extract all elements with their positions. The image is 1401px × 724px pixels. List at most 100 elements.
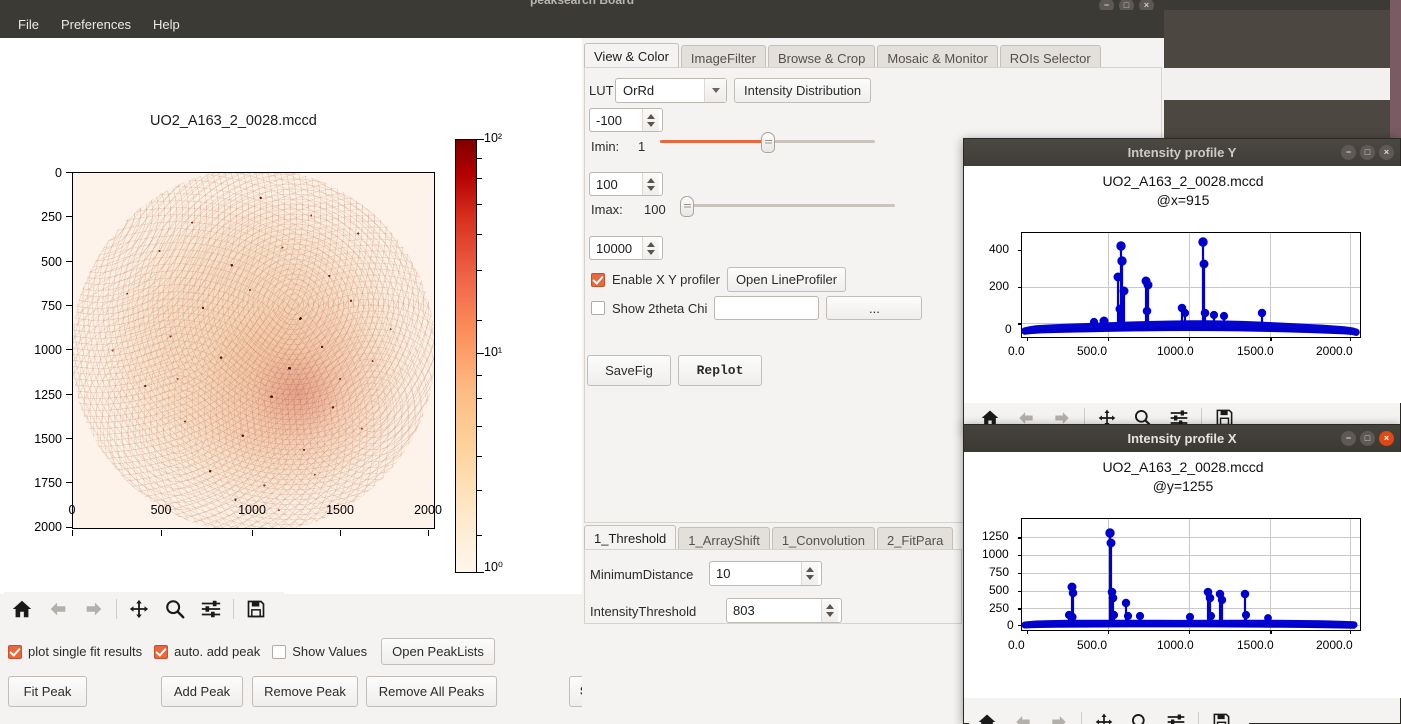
profile-x-navigation-toolbar — [969, 708, 1249, 724]
minimum-distance-spinbox[interactable] — [709, 561, 822, 586]
lut-value: OrRd — [623, 83, 655, 98]
forward-button[interactable] — [76, 592, 112, 626]
profile-x-plot-title-line2: @y=1255 — [1152, 478, 1214, 494]
imax-max-spinbox[interactable] — [589, 236, 663, 260]
enable-xy-profiler-checkbox[interactable] — [591, 272, 605, 287]
menu-preferences[interactable]: Preferences — [53, 14, 139, 35]
profile-y-close-button[interactable]: × — [1379, 145, 1394, 160]
configure-subplots-button[interactable] — [1158, 705, 1194, 724]
profile-x-ytick: 250 — [989, 601, 1010, 615]
image-ytick: 1000 — [34, 343, 62, 357]
fit-peak-button[interactable]: Fit Peak — [8, 676, 87, 707]
profile-x-ytick: 500 — [989, 583, 1010, 597]
fit-panel-tabstrip: 1_Threshold 1_ArrayShift 1_Convolution 2… — [584, 522, 955, 552]
slider-knob[interactable] — [680, 196, 694, 217]
back-button[interactable] — [1005, 705, 1041, 724]
tab-view-and-color[interactable]: View & Color — [584, 43, 679, 70]
savefig-button[interactable]: SaveFig — [587, 355, 671, 386]
arrow-right-icon — [1052, 715, 1066, 724]
profile-x-minimize-button[interactable]: − — [1341, 431, 1356, 446]
image-xtick: 500 — [150, 503, 172, 517]
menu-file[interactable]: File — [10, 14, 47, 35]
profile-x-window-controls: − □ × — [1341, 431, 1394, 446]
profile-y-plot-title-line1: UO2_A163_2_0028.mccd — [1102, 173, 1264, 189]
profile-x-maximize-button[interactable]: □ — [1360, 431, 1375, 446]
profile-x-ytick: 1000 — [982, 547, 1009, 561]
show-values-checkbox[interactable] — [272, 644, 287, 659]
remove-peak-button[interactable]: Remove Peak — [252, 676, 358, 707]
imax-min-input[interactable] — [590, 173, 642, 195]
imax-min-spinbox[interactable] — [589, 172, 663, 196]
image-ytick: 750 — [41, 299, 62, 313]
maximize-button[interactable]: □ — [1119, 0, 1134, 10]
spinner-arrows[interactable] — [642, 173, 659, 195]
show-2theta-chi-checkbox[interactable] — [591, 301, 605, 315]
close-button[interactable]: × — [1139, 0, 1154, 10]
spinner-arrows[interactable] — [801, 562, 818, 585]
chevron-down-icon[interactable] — [704, 79, 726, 102]
image-ytick: 1750 — [34, 476, 62, 490]
plot-single-fit-results-checkbox-row[interactable]: plot single fit results — [8, 644, 142, 659]
zoom-button[interactable] — [157, 592, 193, 626]
replot-button[interactable]: Replot — [678, 355, 762, 386]
show-2theta-chi-row: Show 2theta Chi ... — [591, 296, 923, 320]
profile-x-canvas[interactable]: UO2_A163_2_0028.mccd @y=1255 1250 1000 7… — [964, 452, 1401, 698]
profile-y-ytick: 400 — [989, 242, 1010, 256]
imax-max-input[interactable] — [590, 237, 642, 259]
enable-xy-profiler-row: Enable X Y profiler Open LineProfiler — [591, 267, 847, 292]
back-button[interactable] — [40, 592, 76, 626]
detector-image-canvas[interactable] — [72, 172, 435, 529]
main-window-titlebar[interactable]: peaksearch Board − □ × — [0, 0, 1164, 10]
spinner-arrows[interactable] — [821, 599, 838, 622]
open-peaklists-button[interactable]: Open PeakLists — [381, 638, 495, 665]
minimize-button[interactable]: − — [1099, 0, 1114, 10]
slider-knob[interactable] — [761, 132, 776, 153]
detector-image-plot[interactable]: UO2_A163_2_0028.mccd 0 250 500 750 1000 … — [0, 38, 582, 594]
imin-slider[interactable] — [660, 132, 875, 153]
spinner-arrows[interactable] — [642, 237, 659, 259]
save-button[interactable] — [1203, 705, 1239, 724]
zoom-button[interactable] — [1122, 705, 1158, 724]
tab-1-threshold[interactable]: 1_Threshold — [584, 525, 677, 552]
2theta-chi-input[interactable] — [714, 296, 820, 320]
minimum-distance-input[interactable] — [710, 562, 801, 585]
imax-slider[interactable] — [680, 196, 895, 217]
profile-y-maximize-button[interactable]: □ — [1360, 145, 1375, 160]
profile-x-titlebar[interactable]: Intensity profile X − □ × — [964, 425, 1400, 452]
intensity-threshold-label: IntensityThreshold — [590, 604, 697, 619]
home-button[interactable] — [4, 592, 40, 626]
open-lineprofiler-button[interactable]: Open LineProfiler — [726, 267, 847, 292]
auto-add-peak-checkbox-row[interactable]: auto. add peak — [154, 644, 260, 659]
menu-help[interactable]: Help — [145, 14, 188, 35]
profile-y-minimize-button[interactable]: − — [1341, 145, 1356, 160]
lut-combobox[interactable]: OrRd — [615, 78, 727, 103]
profile-x-close-button[interactable]: × — [1379, 431, 1394, 446]
profile-y-titlebar[interactable]: Intensity profile Y − □ × — [964, 139, 1400, 166]
plot-single-fit-results-label: plot single fit results — [28, 644, 143, 659]
spinner-arrows[interactable] — [642, 109, 659, 131]
add-peak-button[interactable]: Add Peak — [161, 676, 243, 707]
imin-min-spinbox[interactable] — [589, 108, 663, 132]
intensity-distribution-button[interactable]: Intensity Distribution — [734, 78, 872, 103]
floppy-save-icon — [247, 600, 265, 618]
magnifier-icon — [166, 600, 185, 619]
pan-button[interactable] — [121, 592, 157, 626]
profile-y-canvas[interactable]: UO2_A163_2_0028.mccd @x=915 400 200 0 0.… — [964, 166, 1401, 403]
browse-2theta-chi-button[interactable]: ... — [826, 296, 923, 320]
pan-button[interactable] — [1086, 705, 1122, 724]
configure-subplots-button[interactable] — [193, 592, 229, 626]
intensity-threshold-input[interactable] — [727, 599, 821, 622]
imin-min-input[interactable] — [590, 109, 642, 131]
remove-all-peaks-button[interactable]: Remove All Peaks — [366, 676, 497, 707]
profile-y-window-controls: − □ × — [1341, 145, 1394, 160]
auto-add-peak-checkbox[interactable] — [154, 644, 169, 659]
intensity-threshold-spinbox[interactable] — [726, 598, 842, 623]
save-button[interactable] — [238, 592, 274, 626]
plot-single-fit-results-checkbox[interactable] — [8, 644, 22, 659]
profile-y-xtick: 0.0 — [1008, 344, 1025, 358]
forward-button[interactable] — [1041, 705, 1077, 724]
show-values-checkbox-row[interactable]: Show Values — [272, 644, 367, 659]
background-window-titlebar[interactable] — [1164, 0, 1390, 10]
home-button[interactable] — [969, 705, 1005, 724]
sliders-icon — [1167, 714, 1185, 724]
